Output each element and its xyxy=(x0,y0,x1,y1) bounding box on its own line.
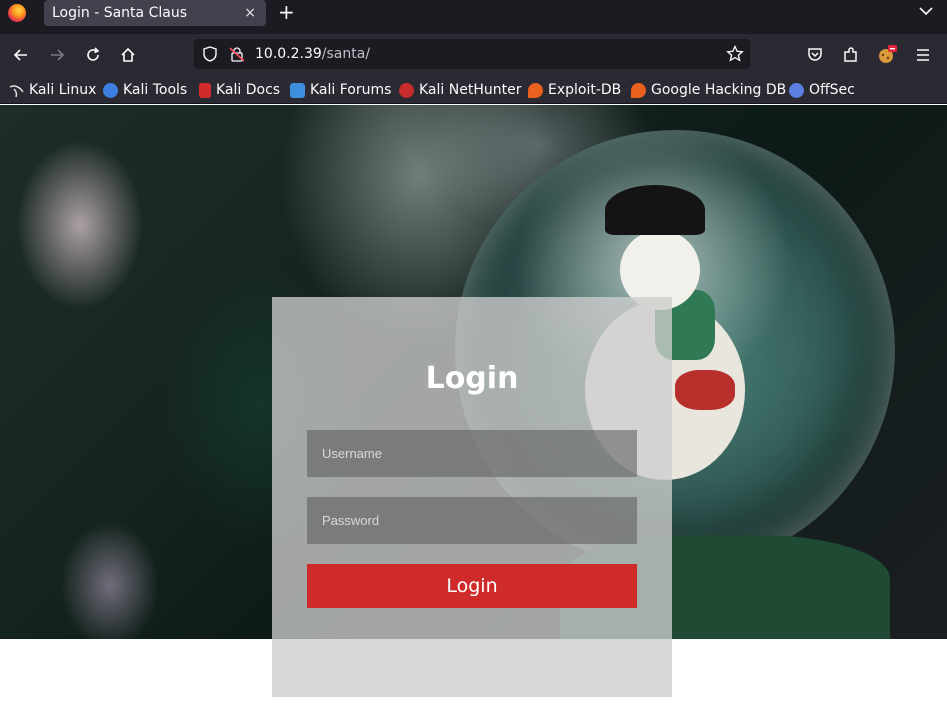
username-input[interactable] xyxy=(307,430,637,477)
bookmark-kali-nethunter[interactable]: Kali NetHunter xyxy=(399,81,521,99)
tab-title: Login - Santa Claus xyxy=(52,5,187,21)
bookmarks-toolbar: Kali Linux Kali Tools Kali Docs Kali For… xyxy=(0,76,947,104)
login-form: Login Login xyxy=(272,297,672,697)
login-title: Login xyxy=(425,361,519,396)
web-page: Login Login xyxy=(0,105,947,723)
bookmark-label: Kali Linux xyxy=(29,82,97,98)
url-path: /santa/ xyxy=(321,46,371,62)
chevron-down-icon[interactable] xyxy=(918,3,934,19)
bookmark-kali-forums[interactable]: Kali Forums xyxy=(290,81,391,99)
url-bar[interactable]: 10.0.2.39/santa/ xyxy=(194,39,750,69)
bookmark-label: Kali Docs xyxy=(216,82,281,98)
snowman-hat xyxy=(605,185,705,235)
new-tab-icon[interactable]: + xyxy=(278,1,295,23)
kali-dragon-icon xyxy=(9,83,24,98)
firefox-logo-icon[interactable] xyxy=(8,4,26,22)
reload-icon[interactable] xyxy=(82,44,104,66)
pocket-icon[interactable] xyxy=(804,44,826,66)
kali-nethunter-icon xyxy=(399,82,414,98)
back-icon[interactable] xyxy=(10,44,32,66)
snowman-scarf-red xyxy=(675,370,735,410)
kali-tools-icon xyxy=(103,82,118,98)
tracking-protection-shield-icon[interactable] xyxy=(202,46,218,62)
url-text[interactable]: 10.0.2.39/santa/ xyxy=(255,39,370,69)
bookmark-kali-tools[interactable]: Kali Tools xyxy=(103,81,187,99)
bookmark-label: Exploit-DB xyxy=(548,82,622,98)
bookmark-label: OffSec xyxy=(809,82,855,98)
forward-icon[interactable] xyxy=(46,44,68,66)
hamburger-menu-icon[interactable] xyxy=(912,44,934,66)
exploit-db-icon xyxy=(528,82,543,98)
bookmark-kali-docs[interactable]: Kali Docs xyxy=(199,81,280,99)
navigation-toolbar: 10.0.2.39/santa/ xyxy=(0,34,947,76)
bookmark-offsec[interactable]: OffSec xyxy=(789,81,855,99)
tab-bar: Login - Santa Claus × + xyxy=(0,0,947,34)
bookmark-star-icon[interactable] xyxy=(726,45,744,63)
google-hacking-db-icon xyxy=(631,82,646,98)
bookmark-label: Kali NetHunter xyxy=(419,82,522,98)
offsec-icon xyxy=(789,82,804,98)
login-button[interactable]: Login xyxy=(307,564,637,608)
tab-active[interactable]: Login - Santa Claus × xyxy=(44,0,266,26)
bookmark-exploit-db[interactable]: Exploit-DB xyxy=(528,81,621,99)
kali-forums-icon xyxy=(290,82,305,98)
extension-cookie-icon[interactable] xyxy=(876,44,898,66)
bookmark-kali-linux[interactable]: Kali Linux xyxy=(9,81,96,99)
url-host: 10.0.2.39 xyxy=(255,46,322,62)
bookmark-label: Kali Forums xyxy=(310,82,392,98)
bookmark-label: Google Hacking DB xyxy=(651,82,787,98)
bookmark-label: Kali Tools xyxy=(123,82,188,98)
tab-close-icon[interactable]: × xyxy=(244,0,256,26)
insecure-lock-icon[interactable] xyxy=(229,46,245,62)
extensions-icon[interactable] xyxy=(840,44,862,66)
password-input[interactable] xyxy=(307,497,637,544)
kali-docs-icon xyxy=(199,82,211,98)
home-icon[interactable] xyxy=(117,44,139,66)
bookmark-google-hacking-db[interactable]: Google Hacking DB xyxy=(631,81,786,99)
